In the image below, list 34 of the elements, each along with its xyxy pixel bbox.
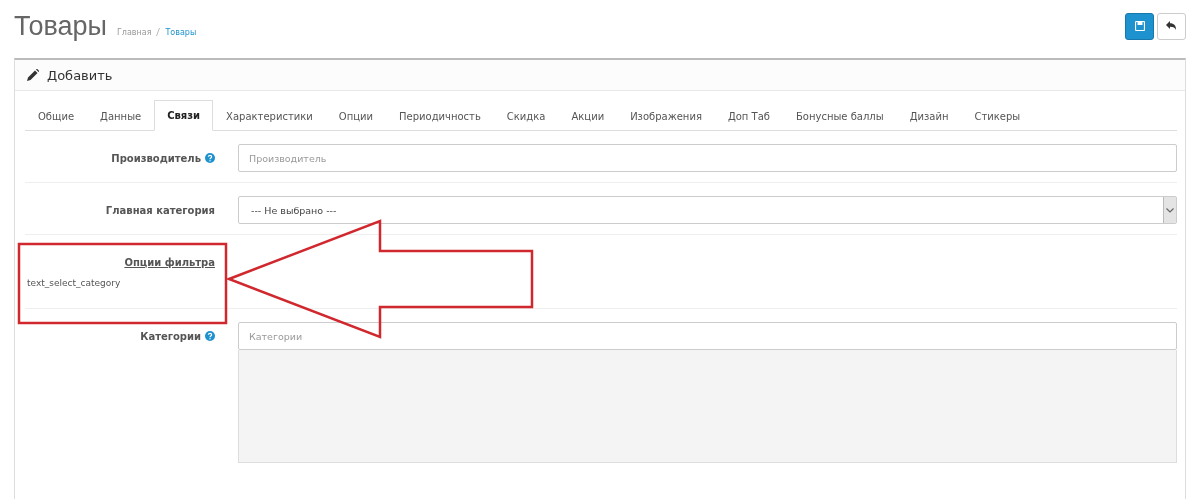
tab[interactable]: Периодичность	[386, 101, 494, 131]
tab[interactable]: Связи	[154, 100, 214, 131]
helper-text: text_select_category	[26, 277, 122, 290]
help-icon[interactable]	[205, 153, 215, 163]
tab[interactable]: Дизайн	[896, 101, 962, 131]
tab[interactable]: Скидка	[493, 101, 559, 131]
category-select[interactable]: --- Не выбрано ---	[238, 196, 1177, 224]
tab[interactable]: Акции	[558, 101, 618, 131]
tab[interactable]: Бонусные баллы	[783, 101, 897, 131]
dropdown-toggle[interactable]	[1163, 197, 1176, 223]
tab[interactable]: Данные	[87, 101, 155, 131]
tab[interactable]: Стикеры	[961, 101, 1034, 131]
breadcrumb-link[interactable]: Товары	[165, 27, 197, 37]
help-icon[interactable]	[205, 331, 215, 341]
categories-input[interactable]: Категории	[238, 322, 1177, 350]
tab[interactable]: Доп Таб	[714, 101, 783, 131]
manufacturer-input[interactable]: Производитель	[238, 144, 1177, 172]
chevron-icon	[1166, 207, 1174, 213]
reply-arrow-icon	[1166, 21, 1177, 31]
field-label: Главная категория	[105, 204, 215, 216]
save-button[interactable]	[1125, 12, 1154, 40]
tab[interactable]: Опции	[325, 101, 386, 131]
field-label: Категории	[140, 330, 201, 342]
breadcrumb-separator-icon	[156, 28, 161, 36]
tab[interactable]: Изображения	[617, 101, 715, 131]
tab[interactable]: Характеристики	[213, 101, 326, 131]
field-label: Опции фильтра	[124, 256, 215, 268]
panel-title: Добавить	[47, 67, 113, 83]
back-button[interactable]	[1157, 12, 1186, 40]
pencil-icon	[27, 69, 39, 81]
field-label: Производитель	[111, 152, 201, 164]
tab[interactable]: Общие	[25, 101, 88, 131]
save-icon	[1134, 21, 1145, 31]
page-title: Товары	[14, 10, 107, 42]
